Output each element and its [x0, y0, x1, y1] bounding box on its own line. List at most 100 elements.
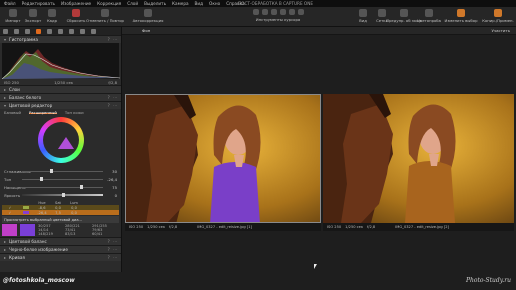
app-window: Файл Редактировать Изображение Коррекция… [0, 0, 516, 290]
chevron-right-icon: ▸ [4, 255, 7, 260]
image-viewer: Фон Участить ISO 250 1/250 сек f/2,8 IMG… [122, 27, 516, 272]
viewer-bar: Фон Участить [122, 27, 516, 35]
chevron-right-icon: ▸ [4, 247, 7, 252]
section-menu-icon[interactable]: ? ⋯ [108, 37, 118, 42]
color-editor-header[interactable]: ▾ Цветовой редактор ? ⋯ [0, 101, 121, 109]
camera-icon [48, 9, 56, 17]
auto-adjust-button[interactable]: Автокоррекция [133, 9, 163, 23]
grid-icon [378, 9, 386, 17]
tool-tab-adjust-icon[interactable] [80, 28, 85, 34]
crop-icon [270, 9, 277, 15]
menu-camera[interactable]: Камера [172, 1, 189, 6]
color-ranges-table: Hue Sat Lum ✓ -8,6 0,0 0,0 ✓ -26,4 7,5 0,0 [2, 200, 119, 215]
view-icon [359, 9, 367, 17]
preview-selected-range[interactable]: Просмотреть выбранный цветовой диа... [2, 216, 119, 223]
curve-header[interactable]: ▸ Кривая ? ⋯ [0, 253, 121, 261]
chevron-down-icon: ▾ [4, 103, 7, 108]
chevron-down-icon: ▾ [4, 37, 7, 42]
swatch-adjusted [20, 224, 35, 236]
table-row[interactable]: ✓ -26,4 7,5 0,0 [2, 210, 119, 215]
histogram [2, 43, 120, 79]
undo-redo-button[interactable]: Отменить / Повтор [86, 9, 124, 23]
exposure-warning-icon [400, 9, 408, 17]
main-toolbar: Импорт Экспорт Кадр Сбросить Отменить / … [0, 7, 516, 27]
reset-button[interactable]: Сбросить [64, 9, 88, 23]
photo-variant-1[interactable] [125, 94, 321, 223]
tool-tab-color-icon[interactable] [36, 28, 41, 34]
layers-header[interactable]: ▸ Слои [0, 85, 121, 93]
color-wheel[interactable] [38, 117, 84, 163]
menu-edit[interactable]: Редактировать [22, 1, 55, 6]
viewer-right-control[interactable]: Участить [491, 28, 510, 33]
chevron-right-icon: ▸ [4, 239, 7, 244]
photo-caption-2: ISO 250 1/250 сек f/2,8 IMG_0327 - edit_… [323, 223, 514, 231]
layer-selector[interactable]: Фон [142, 28, 150, 33]
section-menu-icon[interactable]: ? ⋯ [108, 239, 118, 244]
tool-tab-local-icon[interactable] [69, 28, 74, 34]
tool-tabs [0, 27, 121, 35]
tool-tab-lens-icon[interactable] [25, 28, 30, 34]
photo-variant-2[interactable] [323, 94, 514, 223]
menu-view[interactable]: Вид [195, 1, 204, 6]
color-range-marker[interactable] [58, 137, 74, 149]
picker-icon [297, 9, 304, 15]
color-wheel-area [0, 115, 121, 167]
menu-file[interactable]: Файл [4, 1, 16, 6]
footer-strip: @fotoshkola_moscow Photo-Study.ru [0, 272, 516, 290]
social-handle: @fotoshkola_moscow [3, 277, 75, 284]
menu-window[interactable]: Окно [209, 1, 220, 6]
color-balance-header[interactable]: ▸ Цветовой баланс ? ⋯ [0, 237, 121, 245]
white-balance-header[interactable]: ▸ Баланс белого ? ⋯ [0, 93, 121, 101]
tab-advanced[interactable]: Расширенный [28, 110, 57, 115]
brush-icon [288, 9, 295, 15]
menu-image[interactable]: Изображение [61, 1, 91, 6]
tool-tab-library-icon[interactable] [3, 28, 8, 34]
import-icon [9, 9, 17, 17]
section-menu-icon[interactable]: ? ⋯ [108, 247, 118, 252]
section-menu-icon[interactable]: ? ⋯ [108, 255, 118, 260]
histogram-header[interactable]: ▾ Гистограмма ? ⋯ [0, 35, 121, 43]
menu-layer[interactable]: Слой [127, 1, 138, 6]
proof-button[interactable]: Цветопроба [417, 9, 441, 23]
menu-adjust[interactable]: Коррекция [97, 1, 121, 6]
photo-caption-1: ISO 250 1/250 сек f/2,8 IMG_0327 - edit_… [125, 223, 321, 231]
swatch-values: 30/257 280/221 291/255 14/14 73/41 79/63 148… [38, 224, 107, 236]
proof-icon [425, 9, 433, 17]
black-white-header[interactable]: ▸ Черно-белое изображение ? ⋯ [0, 245, 121, 253]
hue-slider[interactable]: Тон -26,4 [0, 175, 121, 183]
straighten-icon [279, 9, 286, 15]
tools-panel: ▾ Гистограмма ? ⋯ ISO 250 1/250 сек f/2,… [0, 27, 122, 272]
tool-tab-meta-icon[interactable] [91, 28, 96, 34]
tab-skin-tone[interactable]: Тон кожи [65, 110, 84, 115]
chevron-right-icon: ▸ [4, 87, 7, 92]
export-icon [29, 9, 37, 17]
undo-redo-icon [101, 9, 109, 17]
zoom-icon [261, 9, 268, 15]
saturation-slider[interactable]: Насыщенн. 75 [0, 183, 121, 191]
edit-selection-button[interactable]: Изменить выбор [445, 9, 478, 23]
chevron-right-icon: ▸ [4, 95, 7, 100]
section-menu-icon[interactable]: ? ⋯ [108, 95, 118, 100]
edit-selection-icon [457, 9, 465, 17]
menu-bar: Файл Редактировать Изображение Коррекция… [0, 0, 516, 7]
tool-tab-exposure-icon[interactable] [47, 28, 52, 34]
view-button[interactable]: Вид [355, 9, 371, 23]
copy-apply-icon [494, 9, 502, 17]
reset-icon [72, 9, 80, 17]
auto-adjust-icon [144, 9, 152, 17]
section-menu-icon[interactable]: ? ⋯ [108, 103, 118, 108]
camera-button[interactable]: Кадр [40, 9, 64, 23]
cursor-tools[interactable]: Инструменты курсора [248, 9, 308, 22]
tool-tab-details-icon[interactable] [58, 28, 63, 34]
mouse-cursor-icon [314, 264, 317, 269]
menu-select[interactable]: Выделить [144, 1, 166, 6]
exposure-warning-button[interactable]: Предупр. об эксп. [386, 9, 422, 23]
smoothness-slider[interactable]: Сглаживание 30 [0, 167, 121, 175]
tool-tab-capture-icon[interactable] [14, 28, 19, 34]
tab-basic[interactable]: Базовый [4, 110, 21, 115]
color-swatches: 30/257 280/221 291/255 14/14 73/41 79/63 148… [2, 224, 119, 236]
lightness-slider[interactable]: Яркость 0 [0, 191, 121, 199]
copy-apply-button[interactable]: Копир./Примен. [481, 9, 515, 23]
watermark: Photo-Study.ru [465, 277, 511, 284]
window-title: ПОСТ-ОБРАБОТКА В CAPTURE ONE [238, 1, 313, 6]
